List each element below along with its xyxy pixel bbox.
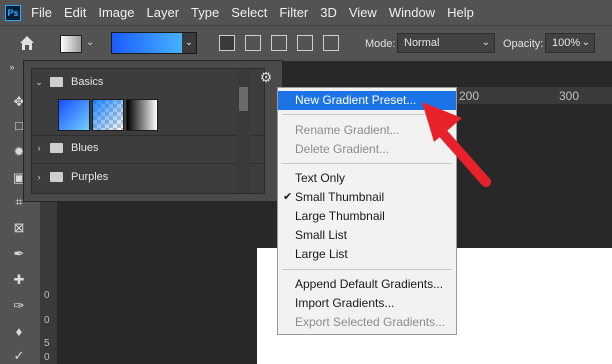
folder-icon [50, 172, 63, 182]
app-logo[interactable]: Ps [5, 4, 21, 21]
gradient-preset-list: ⌄ Basics › Blues › Purples [31, 68, 265, 194]
ruler-h-label: 300 [559, 89, 580, 103]
chevron-down-icon[interactable]: ⌄ [32, 77, 46, 88]
chevron-down-icon: ⌄ [581, 37, 590, 48]
menu-file[interactable]: File [31, 5, 52, 20]
chevron-down-icon: ⌄ [481, 37, 490, 48]
chevron-down-icon[interactable]: ⌄ [182, 33, 196, 53]
menu-item-large-thumbnail[interactable]: Large Thumbnail [278, 207, 456, 226]
menu-bar: Ps File Edit Image Layer Type Select Fil… [0, 0, 612, 25]
annotation-arrow-icon [422, 102, 491, 187]
chevron-right-icon[interactable]: › [32, 172, 46, 182]
folder-label: Basics [71, 76, 104, 88]
healing-brush-tool-icon[interactable]: ✚ [11, 272, 27, 288]
brush-tool-icon[interactable]: ✑ [11, 298, 27, 314]
ruler-v-label: 0 [44, 352, 50, 363]
menu-3d[interactable]: 3D [320, 5, 337, 20]
menu-item-import-gradients[interactable]: Import Gradients... [278, 294, 456, 313]
gear-icon[interactable]: ⚙ [256, 67, 276, 87]
chevron-right-icon[interactable]: › [32, 143, 46, 153]
opacity-label: Opacity: [503, 38, 544, 50]
gradient-preset-panel: ⌄ Basics › Blues › Purples ⚙ [23, 60, 283, 202]
menu-window[interactable]: Window [389, 5, 435, 20]
ruler-v-label: 5 [44, 338, 50, 349]
folder-row-basics[interactable]: ⌄ Basics [32, 71, 232, 93]
menu-edit[interactable]: Edit [64, 5, 86, 20]
menu-image[interactable]: Image [98, 5, 134, 20]
row-divider [32, 135, 264, 136]
opacity-field[interactable]: 100% ⌄ [545, 33, 595, 53]
mode-select-value: Normal [404, 37, 440, 49]
mode-select[interactable]: Normal ⌄ [397, 33, 495, 53]
checkmark-icon: ✔ [283, 191, 293, 203]
gradient-thumbnails [58, 99, 160, 133]
menu-select[interactable]: Select [231, 5, 267, 20]
chevron-down-icon[interactable]: ⌄ [86, 37, 94, 48]
folder-row-blues[interactable]: › Blues [32, 137, 232, 159]
linear-gradient-button[interactable] [219, 35, 235, 51]
radial-gradient-button[interactable] [245, 35, 261, 51]
gradient-thumbnail[interactable] [58, 99, 90, 131]
menu-item-append-default-gradients[interactable]: Append Default Gradients... [278, 275, 456, 294]
ruler-v-label: 0 [44, 315, 50, 326]
menu-item-label: Small Thumbnail [295, 190, 385, 204]
history-brush-tool-icon[interactable]: ✓ [11, 348, 27, 364]
panel-expand-icon[interactable]: » [4, 59, 20, 75]
eyedropper-tool-icon[interactable]: ✒ [11, 246, 27, 262]
menu-item-large-list[interactable]: Large List [278, 245, 456, 264]
options-bar: ⌄ ⌄ Mode: Normal ⌄ Opacity: 100% ⌄ [0, 25, 612, 61]
folder-icon [50, 77, 63, 87]
angle-gradient-button[interactable] [271, 35, 287, 51]
folder-row-purples[interactable]: › Purples [32, 166, 232, 188]
frame-tool-icon[interactable]: ⊠ [11, 220, 27, 236]
folder-label: Purples [71, 171, 109, 183]
home-icon[interactable] [18, 34, 36, 52]
tool-preset-swatch[interactable] [60, 35, 82, 53]
scrollbar-thumb[interactable] [239, 87, 248, 111]
menu-view[interactable]: View [349, 5, 377, 20]
menu-filter[interactable]: Filter [279, 5, 308, 20]
menu-separator [282, 269, 452, 270]
menu-type[interactable]: Type [191, 5, 219, 20]
ruler-v-label: 0 [44, 290, 50, 301]
reflected-gradient-button[interactable] [297, 35, 313, 51]
gradient-picker[interactable]: ⌄ [111, 32, 197, 54]
gradient-thumbnail[interactable] [92, 99, 124, 131]
diamond-gradient-button[interactable] [323, 35, 339, 51]
scrollbar[interactable] [237, 69, 250, 193]
menu-item-small-list[interactable]: Small List [278, 226, 456, 245]
menu-item-export-selected-gradients[interactable]: Export Selected Gradients... [278, 313, 456, 332]
menu-help[interactable]: Help [447, 5, 474, 20]
folder-label: Blues [71, 142, 99, 154]
row-divider [32, 163, 264, 164]
menu-layer[interactable]: Layer [147, 5, 180, 20]
stamp-tool-icon[interactable]: ♦ [11, 324, 27, 340]
gradient-thumbnail[interactable] [126, 99, 158, 131]
folder-icon [50, 143, 63, 153]
mode-label: Mode: [365, 38, 396, 50]
opacity-value: 100% [552, 37, 581, 49]
